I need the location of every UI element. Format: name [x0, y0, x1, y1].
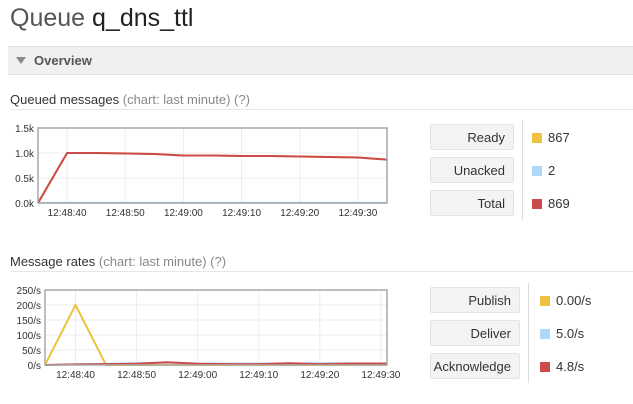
stat-label: Acknowledge: [430, 353, 520, 379]
title-prefix: Queue: [10, 4, 86, 32]
plot-border: [44, 289, 388, 366]
stat-value: 867: [548, 130, 570, 145]
stats-separator: [522, 120, 523, 220]
legend-swatch: [540, 362, 550, 372]
y-tick-label: 100/s: [17, 331, 41, 342]
x-tick-label: 12:48:50: [117, 370, 156, 381]
legend-swatch: [532, 199, 542, 209]
x-tick-label: 12:48:40: [56, 370, 95, 381]
y-tick-label: 150/s: [17, 316, 41, 327]
stat-label: Deliver: [430, 320, 520, 346]
x-tick-label: 12:48:50: [106, 208, 145, 219]
overview-label: Overview: [34, 53, 92, 68]
y-tick-label: 50/s: [22, 346, 41, 357]
x-tick-label: 12:49:10: [239, 370, 278, 381]
y-tick-label: 0/s: [28, 361, 41, 372]
x-tick-label: 12:49:00: [178, 370, 217, 381]
x-tick-label: 12:49:30: [361, 370, 400, 381]
legend-swatch: [540, 296, 550, 306]
x-tick-label: 12:49:20: [300, 370, 339, 381]
queued-messages-chart: 1.5k 1.0k 0.5k 0.0k 12:48:40 12:48:50 12:49:00…: [15, 124, 388, 219]
message-rates-chart: 250/s 200/s 150/s 100/s 50/s 0/s 12:48:40 12:48…: [17, 286, 401, 381]
x-tick-label: 12:49:00: [164, 208, 203, 219]
legend-swatch: [532, 133, 542, 143]
message-rates-heading: Message rates (chart: last minute) (?): [10, 254, 226, 269]
stat-label: Publish: [430, 287, 520, 313]
rates-chart-note[interactable]: (chart: last minute): [99, 254, 207, 269]
x-tick-label: 12:49:20: [280, 208, 319, 219]
stat-value: 0.00/s: [556, 293, 592, 308]
y-tick-label: 0.0k: [15, 199, 35, 210]
y-tick-label: 1.0k: [15, 149, 35, 160]
queued-help-link[interactable]: (?): [234, 92, 250, 107]
x-tick-label: 12:49:10: [222, 208, 261, 219]
stat-label: Ready: [430, 124, 514, 150]
queued-chart-note[interactable]: (chart: last minute): [123, 92, 231, 107]
legend-swatch: [532, 166, 542, 176]
stat-label: Unacked: [430, 157, 514, 183]
queued-heading-text: Queued messages: [10, 92, 120, 107]
y-tick-label: 1.5k: [15, 124, 35, 135]
divider: [10, 271, 633, 272]
queued-messages-heading: Queued messages (chart: last minute) (?): [10, 92, 250, 107]
legend-swatch: [540, 329, 550, 339]
stat-value: 869: [548, 196, 570, 211]
collapse-triangle-icon[interactable]: [16, 57, 26, 64]
divider: [10, 109, 633, 110]
stat-value: 5.0/s: [556, 326, 585, 341]
x-tick-label: 12:49:30: [338, 208, 377, 219]
y-tick-label: 200/s: [17, 301, 41, 312]
stat-label: Total: [430, 190, 514, 216]
stats-separator: [528, 283, 529, 383]
x-tick-label: 12:48:40: [48, 208, 87, 219]
y-tick-label: 250/s: [17, 286, 41, 297]
y-tick-label: 0.5k: [15, 174, 35, 185]
plot-border: [37, 127, 388, 204]
rates-heading-text: Message rates: [10, 254, 96, 269]
rates-help-link[interactable]: (?): [210, 254, 226, 269]
overview-section-header[interactable]: Overview: [8, 46, 633, 75]
stat-value: 4.8/s: [556, 359, 585, 374]
stat-value: 2: [548, 163, 556, 178]
queue-name: q_dns_ttl: [92, 4, 194, 32]
page-title: Queue q_dns_ttl: [10, 4, 193, 33]
